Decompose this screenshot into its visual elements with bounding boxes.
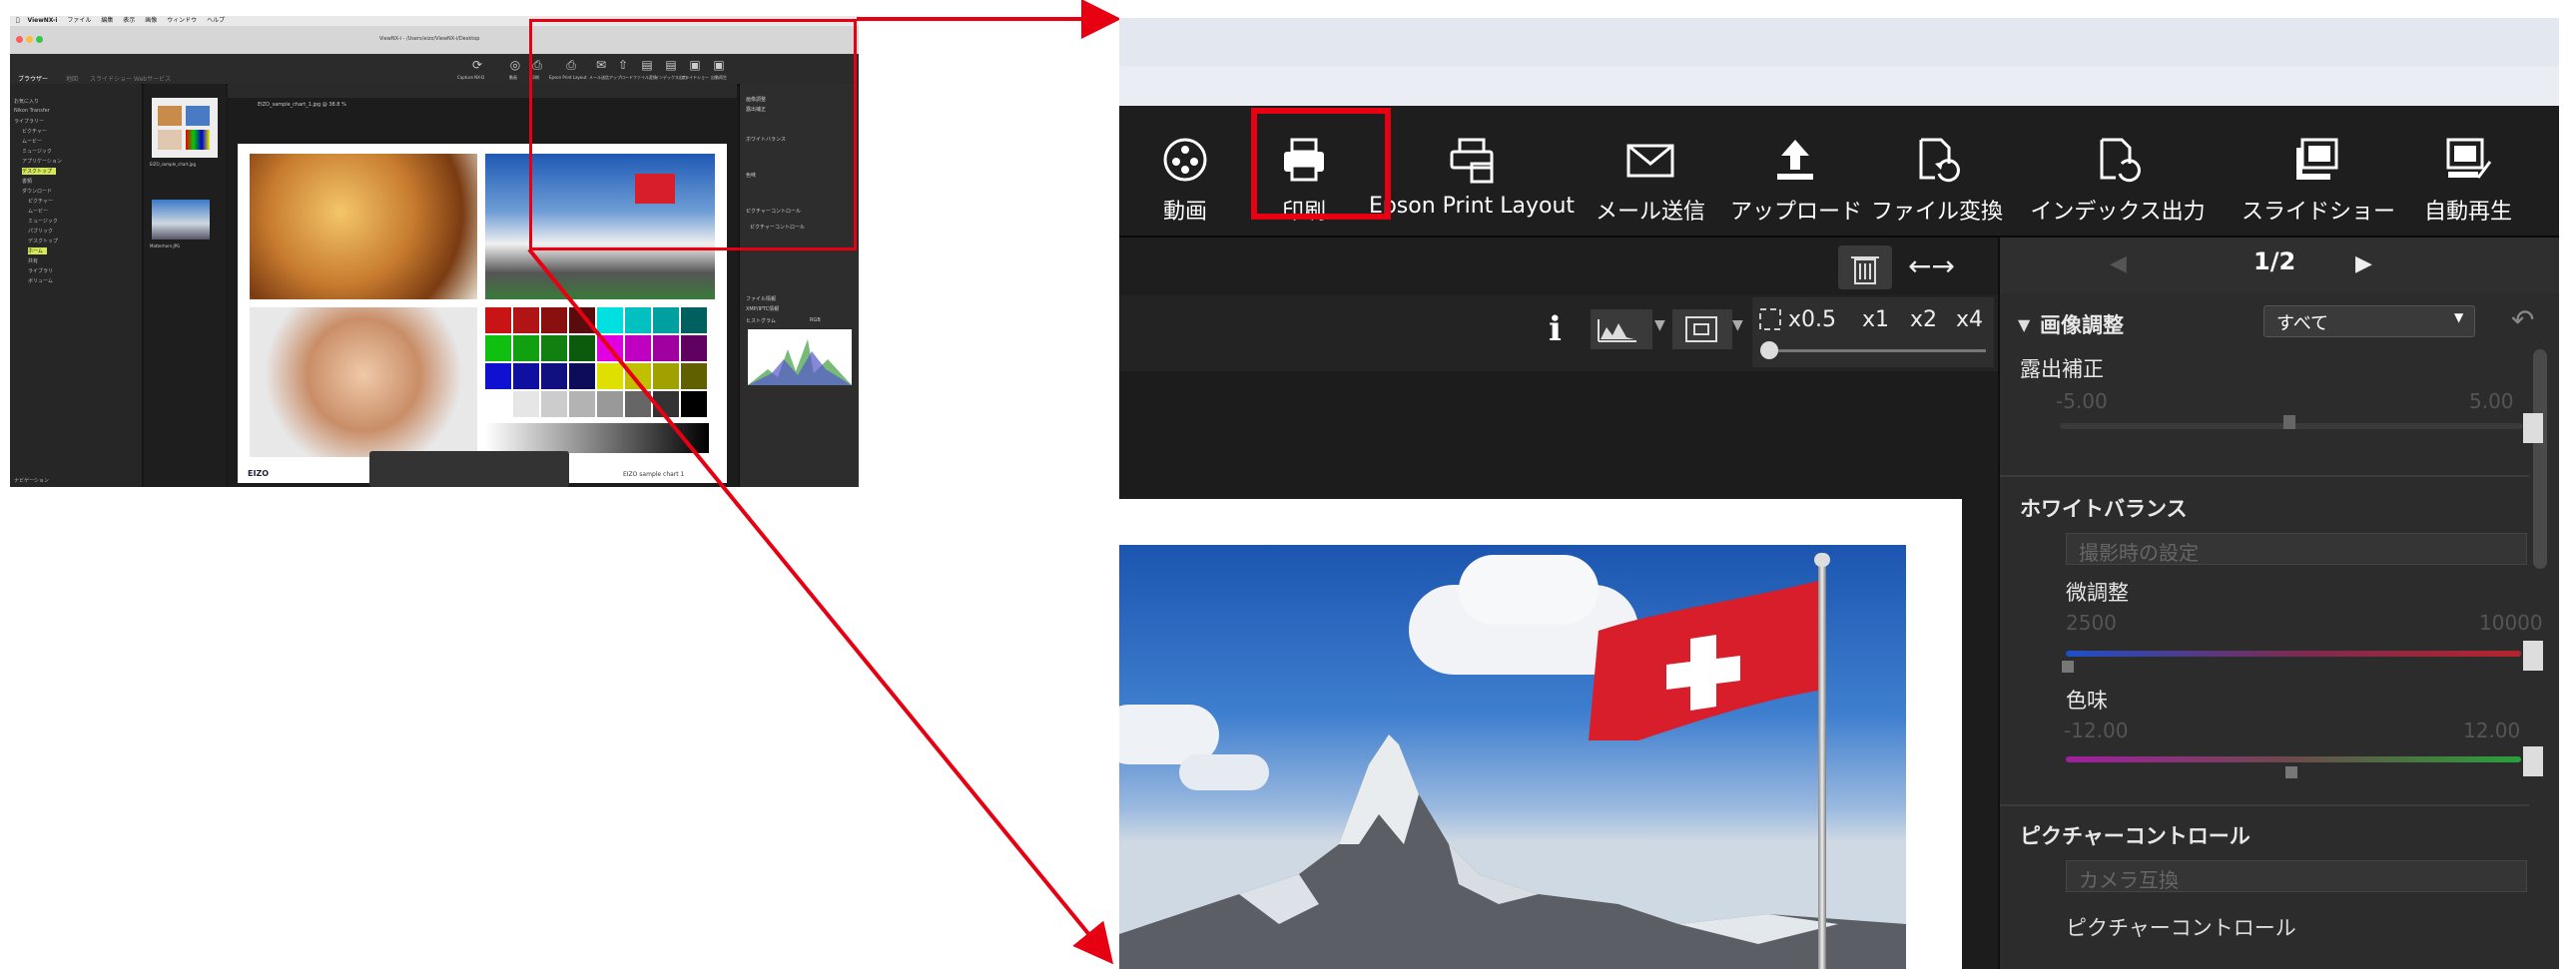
print-highlight-box: [1251, 108, 1391, 220]
pager-bar: ◀ 1/2 ▶: [2000, 238, 2559, 293]
zoom-x0-5[interactable]: x0.5: [1788, 307, 1836, 332]
zoomed-toolbar-view: 動画 印刷 Epson Print Layout メール送信 アップロード ファイル変換イ…: [1119, 18, 2559, 969]
tint-slider[interactable]: [2066, 756, 2521, 762]
toolbar-button-mail[interactable]: メール送信: [1581, 106, 1720, 236]
tint-min: -12.00: [2064, 719, 2129, 742]
fine-tune-slider[interactable]: [2066, 651, 2521, 657]
divider: [2000, 475, 2529, 477]
image-adjust-title: 画像調整: [2040, 313, 2124, 337]
chevron-down-icon: ▼: [2454, 310, 2464, 324]
zoom-adjust-pane: ◀ 1/2 ▶ ▼ 画像調整 すべて ▼ ↶ 露出補正 -5.00 5.00 ホ…: [2000, 238, 2559, 969]
tint-label: 色味: [2066, 689, 2108, 713]
zoom-slider-group: x0.5 x1 x2 x4: [1752, 297, 1994, 367]
prev-page-icon[interactable]: ◀: [2110, 251, 2127, 276]
page-indicator: 1/2: [2254, 247, 2296, 275]
tint-max: 12.00: [2463, 719, 2521, 742]
toolbar-button-label: ファイル変換: [1870, 200, 2003, 225]
picture-control-value: カメラ互換: [2079, 868, 2179, 892]
exposure-slider-thumb[interactable]: [2283, 415, 2295, 429]
toolbar-button-label: インデックス出力: [2030, 200, 2206, 225]
zoom-titlebar: [1119, 18, 2559, 66]
viewer-top-strip: ←→: [1119, 238, 1998, 295]
mail-icon: [1581, 134, 1720, 186]
picture-control-sub: ピクチャーコントロール: [2066, 916, 2296, 940]
toolbar-button-movie[interactable]: 動画: [1137, 106, 1233, 236]
histogram-dropdown-icon[interactable]: ▼: [1654, 317, 1665, 333]
fine-tune-min: 2500: [2066, 611, 2117, 635]
swiss-flag: [1589, 581, 1818, 740]
toolbar-button-autoplay[interactable]: 自動再生: [2403, 106, 2533, 236]
toolbar-button-epson-print-layout[interactable]: Epson Print Layout: [1367, 106, 1577, 236]
trash-icon: [1851, 256, 1879, 284]
zoom-viewer: ←→ i ▼ ▼ x0.5 x1 x2 x4: [1119, 238, 1998, 969]
image-canvas: [1119, 499, 1962, 969]
toolbar-button-upload[interactable]: アップロード: [1730, 106, 1863, 236]
fit-screen-icon: [1685, 316, 1717, 342]
zoom-x4[interactable]: x4: [1956, 307, 1983, 332]
white-balance-select[interactable]: 撮影時の設定: [2066, 533, 2527, 565]
autoplay-icon: [2403, 134, 2533, 186]
zoom-title-strip: [1119, 66, 2559, 106]
swap-arrows-button[interactable]: ←→: [1908, 249, 1955, 282]
trash-button[interactable]: [1838, 245, 1892, 289]
arrow-bottom: [527, 247, 1114, 965]
picture-control-select[interactable]: カメラ互換: [2066, 860, 2527, 892]
toolbar-button-label: Epson Print Layout: [1368, 194, 1576, 219]
info-icon[interactable]: i: [1549, 309, 1562, 349]
file-convert-icon: [1862, 134, 2012, 186]
zoom-slider-thumb[interactable]: [1760, 341, 1778, 359]
tint-thumb[interactable]: [2285, 766, 2297, 778]
zoom-slider-track[interactable]: [1766, 349, 1986, 352]
fit-view-button[interactable]: [1672, 309, 1732, 349]
zoom-x1[interactable]: x1: [1862, 307, 1889, 332]
fine-tune-value-box[interactable]: [2523, 641, 2543, 671]
exposure-max: 5.00: [2469, 389, 2514, 413]
next-page-icon[interactable]: ▶: [2355, 251, 2372, 276]
slideshow-icon: [2236, 134, 2401, 186]
movie-icon: [1137, 134, 1233, 186]
adjust-filter-select[interactable]: すべて ▼: [2263, 305, 2475, 337]
viewer-control-bar: i ▼ ▼ x0.5 x1 x2 x4: [1119, 295, 1998, 371]
white-balance-value: 撮影時の設定: [2079, 541, 2199, 565]
exposure-min: -5.00: [2056, 389, 2108, 413]
adjust-filter-value: すべて: [2276, 313, 2329, 334]
fit-dropdown-icon[interactable]: ▼: [1732, 317, 1743, 333]
picture-control-title: ピクチャーコントロール: [2020, 824, 2251, 848]
index-output-icon: [2018, 134, 2218, 186]
toolbar-button-label: スライドショー: [2241, 200, 2395, 225]
toolbar-button-file-convert[interactable]: ファイル変換: [1862, 106, 2012, 236]
upload-icon: [1730, 134, 1860, 186]
toolbar-button-label: アップロード: [1730, 200, 1863, 225]
zoom-x2[interactable]: x2: [1910, 307, 1937, 332]
toolbar-button-label: 自動再生: [2423, 200, 2512, 225]
matterhorn-image: [1119, 545, 1906, 969]
fine-tune-label: 微調整: [2066, 581, 2129, 605]
toolbar-button-slideshow[interactable]: スライドショー: [2236, 106, 2401, 236]
collapse-triangle-icon[interactable]: ▼: [2018, 315, 2030, 334]
tint-value-box[interactable]: [2523, 746, 2543, 776]
divider: [2000, 804, 2529, 806]
fine-tune-max: 10000: [2479, 611, 2543, 635]
zoom-fit-icon: [1759, 308, 1781, 330]
reset-icon[interactable]: ↶: [2511, 303, 2534, 336]
white-balance-title: ホワイトバランス: [2020, 497, 2188, 521]
toolbar-button-label: 動画: [1162, 200, 1207, 225]
exposure-value-box[interactable]: [2523, 413, 2543, 443]
fine-tune-thumb[interactable]: [2062, 661, 2074, 673]
exposure-label: 露出補正: [2020, 357, 2104, 381]
histogram-icon: [1598, 319, 1636, 342]
toolbar-button-label: メール送信: [1595, 200, 1705, 225]
toolbar-button-index-output[interactable]: インデックス出力: [2018, 106, 2218, 236]
histogram-toggle-button[interactable]: [1591, 309, 1652, 349]
flag-pole-top: [1814, 553, 1830, 567]
panel-scrollbar[interactable]: [2533, 349, 2547, 569]
epson-print-layout-icon: [1367, 134, 1577, 186]
